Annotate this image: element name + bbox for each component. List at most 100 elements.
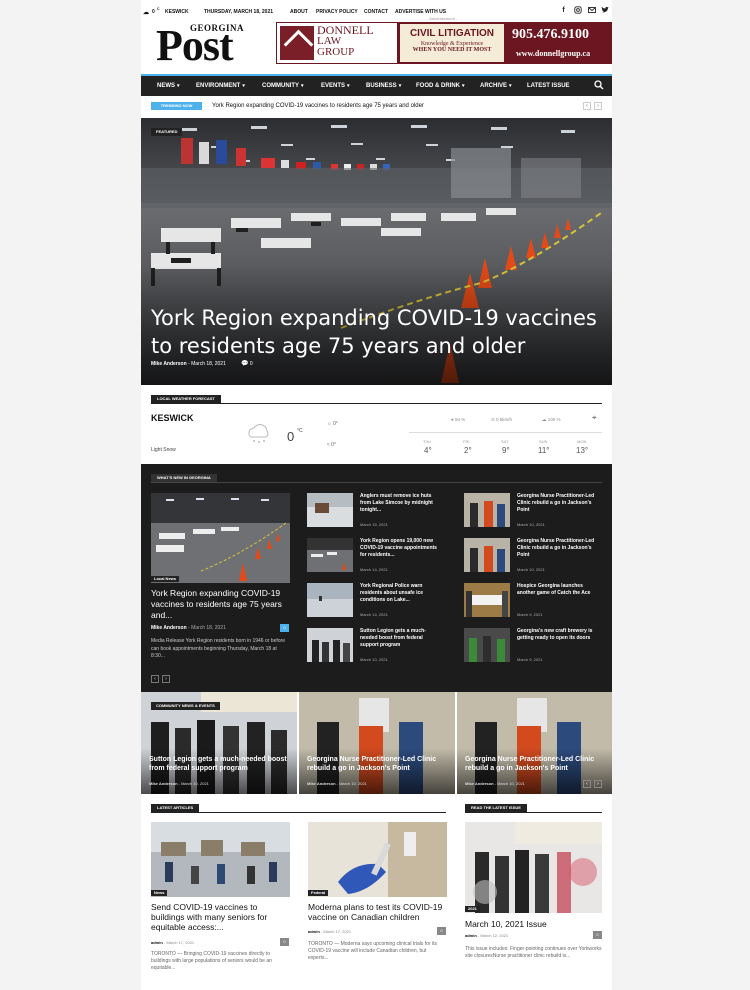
- col2-thumb-4[interactable]: [307, 628, 353, 662]
- main-author[interactable]: Mike Anderson: [151, 625, 187, 631]
- trending-next-button[interactable]: ›: [594, 102, 602, 110]
- latest-category-1[interactable]: News: [151, 890, 168, 896]
- col2-thumb-2[interactable]: [307, 538, 353, 572]
- col2-title-2[interactable]: York Region opens 19,000 new COVID-19 va…: [360, 538, 440, 559]
- facebook-icon[interactable]: f: [559, 6, 568, 15]
- col3-title-3[interactable]: Hospice Georgina launches another game o…: [517, 583, 601, 597]
- col3-thumb-1[interactable]: [464, 493, 510, 527]
- col3-title-4[interactable]: Georgina's new craft brewery is getting …: [517, 628, 603, 642]
- legion-image: [307, 628, 353, 662]
- latest-comment-count-1[interactable]: 0: [280, 938, 289, 946]
- hero-date: March 18, 2021: [191, 361, 226, 367]
- issue-title[interactable]: March 10, 2021 Issue: [465, 919, 602, 929]
- whats-new-main-title[interactable]: York Region expanding COVID-19 vaccines …: [151, 588, 290, 621]
- latest-title-1[interactable]: Send COVID-19 vaccines to buildings with…: [151, 902, 290, 932]
- col3-date-4: March 9, 2021: [517, 657, 543, 662]
- community-author-2[interactable]: Mike Anderson: [307, 781, 336, 786]
- issue-cover-image[interactable]: [465, 822, 602, 913]
- top-link-privacy[interactable]: PRIVACY POLICY: [316, 9, 358, 15]
- nav-item-latest-issue[interactable]: LATEST ISSUE: [527, 83, 570, 89]
- latest-author-1[interactable]: admin: [151, 940, 163, 945]
- brewery-image: [464, 628, 510, 662]
- whats-new-next-button[interactable]: ›: [162, 675, 170, 683]
- col3-thumb-3[interactable]: [464, 583, 510, 617]
- col3-date-1: March 10, 2021: [517, 522, 545, 527]
- nav-label: BUSINESS: [366, 83, 397, 89]
- community-prev-button[interactable]: ‹: [583, 780, 591, 788]
- latest-title-2[interactable]: Moderna plans to test its COVID-19 vacci…: [308, 902, 447, 922]
- community-title-1[interactable]: Sutton Legion gets a much-needed boost f…: [149, 755, 297, 773]
- issue-category[interactable]: 2021: [465, 906, 480, 912]
- latest-date-1: March 17, 2021: [166, 940, 195, 945]
- nav-item-environment[interactable]: ENVIRONMENT ▾: [196, 83, 245, 89]
- trending-headline[interactable]: York Region expanding COVID-19 vaccines …: [212, 102, 424, 110]
- col2-thumb-1[interactable]: [307, 493, 353, 527]
- col2-date-3: March 14, 2021: [360, 612, 388, 617]
- latest-category-2[interactable]: Federal: [308, 890, 329, 896]
- issue-comment-count[interactable]: 0: [593, 931, 602, 939]
- community-card-3[interactable]: Georgina Nurse Practitioner-Led Clinic r…: [457, 692, 612, 794]
- issue-author[interactable]: admin: [465, 933, 477, 938]
- forecast-temp-2: 2°: [464, 446, 472, 455]
- community-meta-1: Mike Anderson - March 10, 2021: [149, 781, 209, 786]
- high-icon: ☼: [327, 421, 332, 427]
- nav-item-community[interactable]: COMMUNITY ▾: [262, 83, 304, 89]
- main-comment-count[interactable]: 0: [280, 624, 289, 632]
- col3-title-1[interactable]: Georgina Nurse Practitioner-Led Clinic r…: [517, 493, 601, 514]
- nav-item-events[interactable]: EVENTS ▾: [321, 83, 350, 89]
- col3-thumb-4[interactable]: [464, 628, 510, 662]
- location-icon[interactable]: ⌖: [592, 413, 597, 423]
- community-author-1[interactable]: Mike Anderson: [149, 781, 178, 786]
- latest-author-2[interactable]: admin: [308, 929, 320, 934]
- latest-article-image-1[interactable]: [151, 822, 290, 897]
- divider: [151, 812, 446, 813]
- community-author-3[interactable]: Mike Anderson: [465, 781, 494, 786]
- ad-banner[interactable]: DONNELL LAW GROUP CIVIL LITIGATION Knowl…: [276, 22, 612, 64]
- instagram-icon[interactable]: [573, 6, 582, 15]
- weather-label: LOCAL WEATHER FORECAST: [151, 395, 221, 403]
- top-link-about[interactable]: ABOUT: [290, 9, 308, 15]
- forecast-temp-5: 13°: [576, 446, 589, 455]
- mail-icon[interactable]: [587, 6, 596, 15]
- nav-item-news[interactable]: NEWS ▾: [157, 83, 180, 89]
- search-icon[interactable]: [594, 80, 604, 90]
- top-link-contact[interactable]: CONTACT: [364, 9, 388, 15]
- nav-item-food-drink[interactable]: FOOD & DRINK ▾: [416, 83, 465, 89]
- main-category-tag[interactable]: Local News: [151, 576, 180, 582]
- trending-prev-button[interactable]: ‹: [583, 102, 591, 110]
- community-next-button[interactable]: ›: [594, 780, 602, 788]
- col3-title-2[interactable]: Georgina Nurse Practitioner-Led Clinic r…: [517, 538, 601, 559]
- community-title-2[interactable]: Georgina Nurse Practitioner-Led Clinic r…: [307, 755, 455, 773]
- community-date-3: March 10, 2021: [497, 781, 525, 786]
- site-logo[interactable]: Post: [156, 24, 234, 68]
- featured-hero[interactable]: FEATURED York Region expanding COVID-19 …: [141, 118, 612, 385]
- community-card-2[interactable]: Georgina Nurse Practitioner-Led Clinic r…: [299, 692, 455, 794]
- low-icon: ≈: [327, 442, 330, 448]
- twitter-icon[interactable]: [600, 6, 609, 15]
- featured-tag[interactable]: FEATURED: [151, 128, 183, 136]
- hero-author[interactable]: Mike Anderson: [151, 361, 187, 367]
- wind-value: 0.5km/h: [496, 417, 513, 422]
- whats-new-main-image[interactable]: [151, 493, 290, 583]
- chevron-down-icon: ▾: [398, 83, 402, 89]
- latest-article-image-2[interactable]: [308, 822, 447, 897]
- hero-comments[interactable]: 💬 0: [241, 360, 253, 367]
- vaccine-hall-image: [151, 493, 290, 583]
- col2-title-3[interactable]: York Regional Police warn residents abou…: [360, 583, 440, 604]
- latest-comment-count-2[interactable]: 0: [437, 927, 446, 935]
- hero-title[interactable]: York Region expanding COVID-19 vaccines …: [151, 304, 601, 360]
- weather-condition: Light Snow: [151, 447, 176, 453]
- community-title-3[interactable]: Georgina Nurse Practitioner-Led Clinic r…: [465, 755, 612, 773]
- col2-title-4[interactable]: Sutton Legion gets a much-needed boost f…: [360, 628, 440, 649]
- clinic-image: [464, 538, 510, 572]
- whats-new-prev-button[interactable]: ‹: [151, 675, 159, 683]
- nav-item-archive[interactable]: ARCHIVE ▾: [480, 83, 512, 89]
- issue-cover-photo: [465, 822, 602, 913]
- ad-url: www.donnellgroup.ca: [516, 49, 591, 58]
- col2-title-1[interactable]: Anglers must remove ice huts from Lake S…: [360, 493, 440, 514]
- nav-item-business[interactable]: BUSINESS ▾: [366, 83, 401, 89]
- top-link-advertise[interactable]: ADVERTISE WITH US: [395, 9, 446, 15]
- col2-thumb-3[interactable]: [307, 583, 353, 617]
- col3-thumb-2[interactable]: [464, 538, 510, 572]
- chevron-down-icon: ▾: [242, 83, 245, 89]
